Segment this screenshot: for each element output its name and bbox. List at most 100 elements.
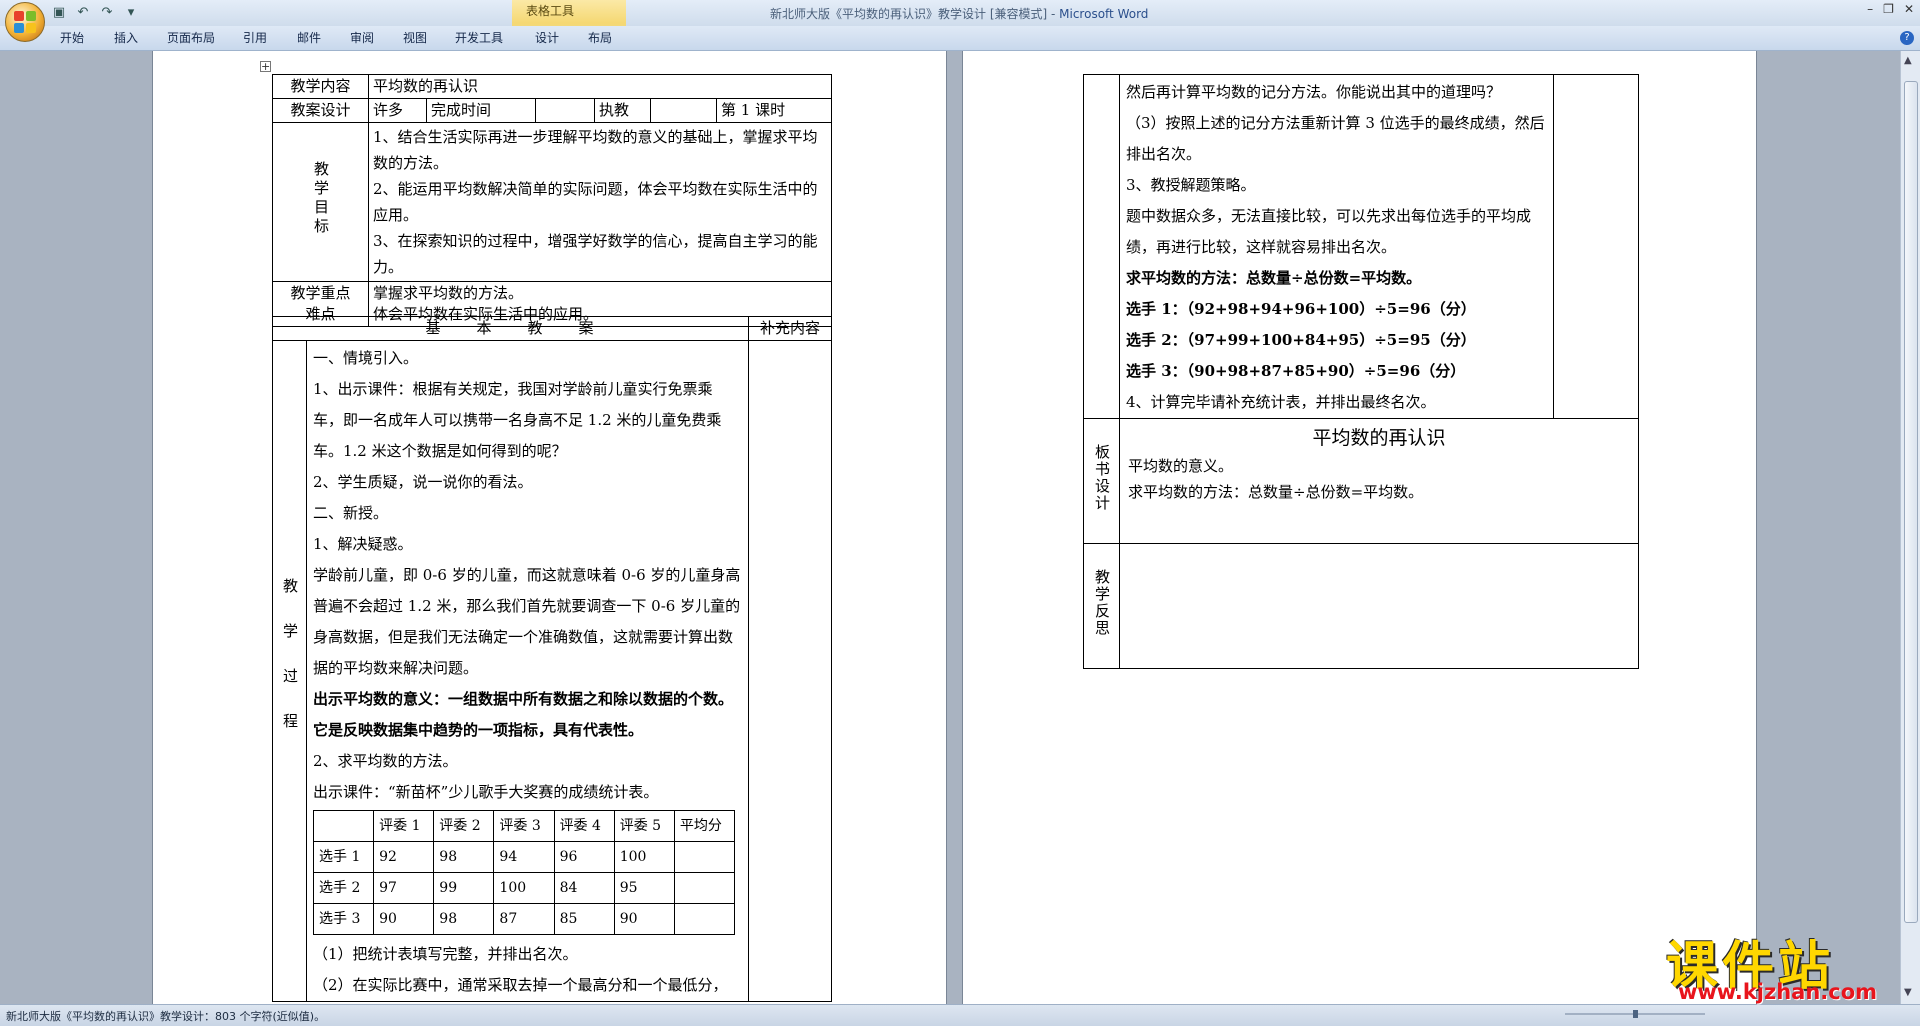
score-row: 选手 2 97 99 100 84 95 bbox=[312, 872, 736, 904]
score-cell[interactable]: 92 bbox=[373, 841, 435, 873]
board-design-cell[interactable]: 平均数的再认识 平均数的意义。 求平均数的方法：总数量÷总份数=平均数。 bbox=[1119, 418, 1639, 544]
table-move-handle-icon[interactable]: + bbox=[260, 61, 271, 72]
score-cell[interactable] bbox=[673, 841, 736, 873]
save-icon[interactable]: ▣ bbox=[50, 3, 68, 21]
window-title: 新北师大版《平均数的再认识》教学设计 [兼容模式] - Microsoft Wo… bbox=[770, 5, 1148, 22]
tab-mailings[interactable]: 邮件 bbox=[297, 29, 321, 46]
process-label-cell: 教学过程 bbox=[272, 340, 307, 1002]
process-paragraph: 题中数据众多，无法直接比较，可以先求出每位选手的平均成绩，再进行比较，这样就容易… bbox=[1126, 207, 1532, 256]
tab-developer[interactable]: 开发工具 bbox=[455, 29, 503, 46]
board-label-cell: 板书设计 bbox=[1083, 418, 1120, 544]
board-item: 平均数的意义。 bbox=[1128, 457, 1234, 475]
key-points-label: 教学重点 bbox=[290, 284, 351, 302]
tab-references[interactable]: 引用 bbox=[243, 29, 267, 46]
tab-view[interactable]: 视图 bbox=[403, 29, 427, 46]
context-tab-group-label: 表格工具 bbox=[526, 4, 575, 18]
tab-home[interactable]: 开始 bbox=[60, 29, 84, 46]
score-table: 评委 1 评委 2 评委 3 评委 4 评委 5 平均分 选手 1 92 98 … bbox=[312, 810, 736, 935]
tab-table-layout[interactable]: 布局 bbox=[588, 29, 612, 46]
process-content-cell[interactable]: 一、情境引入。 1、出示课件：根据有关规定，我国对学龄前儿童实行免票乘车，即一名… bbox=[305, 340, 750, 1002]
score-cell[interactable]: 90 bbox=[613, 903, 675, 935]
score-header-cell[interactable]: 评委 1 bbox=[373, 810, 435, 842]
score-cell[interactable]: 96 bbox=[553, 841, 615, 873]
score-cell[interactable]: 97 bbox=[373, 872, 435, 904]
score-cell[interactable]: 94 bbox=[493, 841, 555, 873]
score-cell[interactable]: 95 bbox=[613, 872, 675, 904]
ribbon-tab-bar: 开始 插入 页面布局 引用 邮件 审阅 视图 开发工具 设计 布局 bbox=[0, 26, 1920, 51]
window-controls: – ❐ ✕ bbox=[1867, 2, 1914, 16]
page-2: 然后再计算平均数的记分方法。你能说出其中的道理吗？ （3）按照上述的记分方法重新… bbox=[962, 51, 1757, 1004]
score-cell[interactable]: 87 bbox=[493, 903, 555, 935]
reflection-cell[interactable] bbox=[1119, 543, 1639, 669]
undo-icon[interactable]: ↶ bbox=[74, 3, 92, 21]
score-cell[interactable]: 99 bbox=[433, 872, 495, 904]
score-header-cell[interactable]: 评委 4 bbox=[553, 810, 615, 842]
scroll-down-icon[interactable]: ▼ bbox=[1904, 987, 1912, 998]
lesson-table: 教学内容 平均数的再认识 教案设计 许多 完成时间 执教 第 1 课时 教学目标… bbox=[272, 74, 833, 327]
process-paragraph: 4、计算完毕请补充统计表，并排出最终名次。 bbox=[1126, 393, 1436, 411]
scroll-up-icon[interactable]: ▲ bbox=[1904, 55, 1912, 66]
reflection-label: 教学反思 bbox=[1093, 569, 1111, 637]
score-header-cell[interactable]: 评委 3 bbox=[493, 810, 555, 842]
score-cell[interactable]: 90 bbox=[373, 903, 435, 935]
process-paragraph: 1、出示课件：根据有关规定，我国对学龄前儿童实行免票乘车，即一名成年人可以携带一… bbox=[313, 380, 722, 460]
tab-page-layout[interactable]: 页面布局 bbox=[167, 29, 215, 46]
continued-table: 然后再计算平均数的记分方法。你能说出其中的道理吗？ （3）按照上述的记分方法重新… bbox=[1083, 74, 1639, 669]
complete-time-value[interactable] bbox=[535, 98, 595, 123]
score-cell[interactable]: 100 bbox=[613, 841, 675, 873]
score-cell[interactable]: 100 bbox=[493, 872, 555, 904]
score-row: 选手 3 90 98 87 85 90 bbox=[312, 903, 736, 935]
score-header-cell[interactable]: 平均分 bbox=[673, 810, 736, 842]
key-point: 掌握求平均数的方法。 bbox=[373, 284, 524, 302]
office-logo-icon bbox=[14, 11, 36, 33]
supplement-header: 补充内容 bbox=[748, 316, 833, 341]
status-bar: 新北师大版《平均数的再认识》教学设计：803 个字符(近似值)。 bbox=[0, 1004, 1920, 1026]
content-value[interactable]: 平均数的再认识 bbox=[367, 74, 833, 99]
zoom-slider[interactable] bbox=[1555, 1009, 1715, 1019]
close-button[interactable]: ✕ bbox=[1904, 2, 1914, 16]
score-cell[interactable]: 98 bbox=[433, 903, 495, 935]
score-cell[interactable]: 选手 3 bbox=[312, 903, 375, 935]
designer-value[interactable]: 许多 bbox=[368, 98, 427, 123]
tab-table-design[interactable]: 设计 bbox=[535, 29, 559, 46]
tab-review[interactable]: 审阅 bbox=[350, 29, 374, 46]
process-paragraph: 3、教授解题策略。 bbox=[1126, 176, 1256, 194]
teacher-label: 执教 bbox=[594, 98, 651, 123]
maximize-button[interactable]: ❐ bbox=[1883, 2, 1894, 16]
score-cell[interactable]: 选手 2 bbox=[312, 872, 375, 904]
process-paragraph: 1、解决疑惑。 bbox=[313, 535, 413, 553]
teacher-value[interactable] bbox=[650, 98, 717, 123]
vertical-scrollbar[interactable]: ▲ ▼ bbox=[1900, 51, 1920, 1004]
score-cell[interactable]: 98 bbox=[433, 841, 495, 873]
goals-cell[interactable]: 1、结合生活实际再进一步理解平均数的意义的基础上，掌握求平均数的方法。 2、能运… bbox=[367, 122, 833, 282]
process-content-cell-cont[interactable]: 然后再计算平均数的记分方法。你能说出其中的道理吗？ （3）按照上述的记分方法重新… bbox=[1119, 74, 1554, 419]
redo-icon[interactable]: ↷ bbox=[98, 3, 116, 21]
score-header-cell[interactable]: 评委 2 bbox=[433, 810, 495, 842]
supplement-cell-cont[interactable] bbox=[1553, 74, 1639, 419]
board-item: 求平均数的方法：总数量÷总份数=平均数。 bbox=[1128, 483, 1424, 501]
score-cell[interactable] bbox=[673, 872, 736, 904]
content-label: 教学内容 bbox=[272, 74, 369, 99]
customize-icon[interactable]: ▾ bbox=[122, 3, 140, 21]
basic-plan-header: 基 本 教 案 bbox=[271, 316, 750, 341]
status-text: 新北师大版《平均数的再认识》教学设计：803 个字符(近似值)。 bbox=[6, 1010, 326, 1023]
score-header-cell[interactable]: 评委 5 bbox=[613, 810, 675, 842]
scrollbar-thumb[interactable] bbox=[1904, 81, 1918, 923]
watermark-url: www.kjzhan.com bbox=[1678, 980, 1878, 1004]
score-header-cell[interactable] bbox=[312, 810, 375, 842]
process-paragraph: 然后再计算平均数的记分方法。你能说出其中的道理吗？ bbox=[1126, 83, 1502, 101]
score-cell[interactable] bbox=[673, 903, 736, 935]
help-icon[interactable]: ? bbox=[1900, 31, 1914, 45]
score-cell[interactable]: 84 bbox=[553, 872, 615, 904]
supplement-cell[interactable] bbox=[748, 340, 833, 1002]
score-cell[interactable]: 选手 1 bbox=[312, 841, 375, 873]
player-calculation: 选手 2：（97+99+100+84+95）÷5=95（分） bbox=[1126, 331, 1476, 349]
method-formula: 求平均数的方法：总数量÷总份数=平均数。 bbox=[1126, 269, 1422, 287]
tab-insert[interactable]: 插入 bbox=[114, 29, 138, 46]
score-cell[interactable]: 85 bbox=[553, 903, 615, 935]
office-button[interactable] bbox=[5, 2, 45, 42]
page-1: + 教学内容 平均数的再认识 教案设计 许多 完成时间 执教 第 1 课时 教学… bbox=[152, 51, 947, 1004]
board-title: 平均数的再认识 bbox=[1312, 427, 1446, 449]
minimize-button[interactable]: – bbox=[1867, 2, 1873, 16]
process-paragraph: 一、情境引入。 bbox=[313, 349, 419, 367]
